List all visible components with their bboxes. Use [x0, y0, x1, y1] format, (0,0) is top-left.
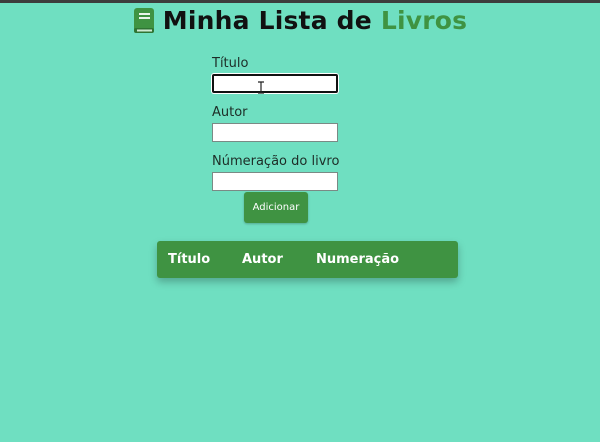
title-label: Título	[212, 56, 249, 71]
text-cursor-icon	[258, 81, 264, 94]
page-title: Minha Lista de Livros	[162, 6, 468, 35]
column-header-title[interactable]: Título	[168, 252, 210, 267]
author-input[interactable]	[212, 123, 338, 142]
title-input[interactable]	[212, 74, 338, 93]
number-label: Númeração do livro	[212, 154, 340, 169]
book-icon	[133, 7, 154, 33]
add-button[interactable]: Adicionar	[244, 192, 308, 223]
column-header-number[interactable]: Numeração	[316, 252, 399, 267]
book-form: Título Autor Númeração do livro	[212, 56, 352, 203]
page-title-accent: Livros	[380, 6, 468, 35]
window-top-bar	[0, 0, 600, 3]
books-table-header: Título Autor Numeração	[157, 241, 458, 278]
column-header-author[interactable]: Autor	[242, 252, 283, 267]
author-label: Autor	[212, 105, 248, 120]
number-input[interactable]	[212, 172, 338, 191]
page-header: Minha Lista de Livros	[0, 6, 600, 35]
